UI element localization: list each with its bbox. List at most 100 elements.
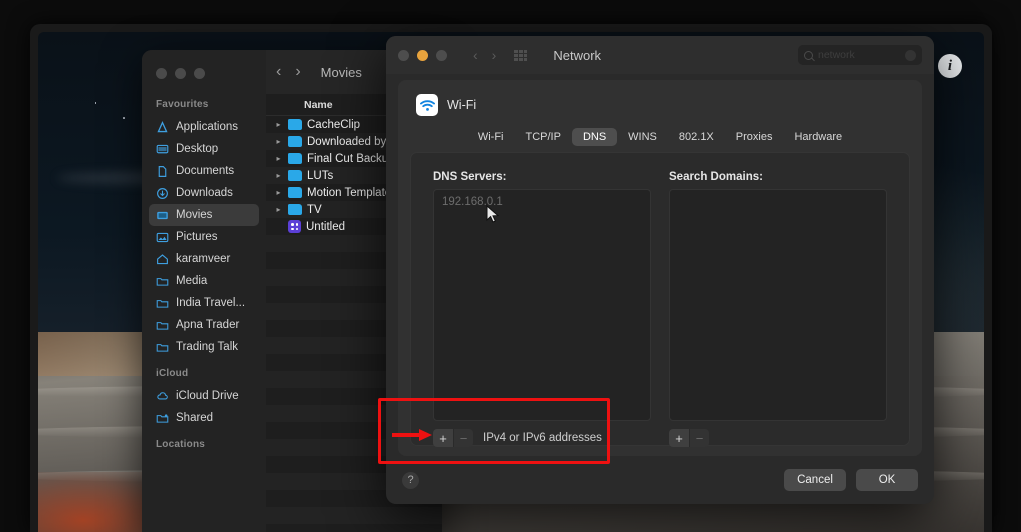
wifi-icon (416, 94, 438, 116)
sidebar-item-india-travel[interactable]: India Travel... (149, 292, 259, 314)
folder-icon (156, 299, 169, 308)
dns-add-remove-group: + − (433, 429, 473, 447)
tab-hardware[interactable]: Hardware (783, 128, 853, 146)
sidebar-section-favourites-label: Favourites (156, 99, 209, 110)
network-footer: ? Cancel OK (386, 456, 934, 504)
finder-traffic-lights[interactable] (142, 60, 266, 89)
sidebar-section-icloud-label: iCloud (156, 368, 189, 379)
sidebar-item-media[interactable]: Media (149, 270, 259, 292)
folder-icon (288, 153, 302, 164)
table-row-empty (266, 524, 442, 532)
sidebar-item-apna-trader[interactable]: Apna Trader (149, 314, 259, 336)
network-titlebar: ‹ › Network network (386, 36, 934, 74)
sidebar-item-desktop[interactable]: Desktop (149, 138, 259, 160)
maximize-window-button[interactable] (194, 68, 205, 79)
movies-icon (157, 211, 168, 219)
sidebar-item-label: Desktop (176, 143, 219, 155)
column-header-name: Name (304, 98, 333, 111)
disclosure-triangle-icon[interactable]: ▸ (274, 120, 283, 129)
file-name: Motion Template (307, 186, 392, 199)
info-badge-icon[interactable]: i (938, 54, 962, 78)
search-icon (804, 50, 813, 60)
document-icon (158, 165, 167, 177)
sidebar-item-label: India Travel... (176, 297, 246, 309)
sidebar-item-applications[interactable]: Applications (149, 116, 259, 138)
screen-root: i Favourites Applications Desktop Docume… (0, 0, 1021, 532)
dns-server-entry[interactable]: 192.168.0.1 (442, 196, 642, 208)
sidebar-item-movies[interactable]: Movies (149, 204, 259, 226)
tab-dns[interactable]: DNS (571, 128, 618, 146)
cancel-button[interactable]: Cancel (784, 469, 846, 491)
app-grid-icon (288, 220, 301, 233)
sidebar-section-locations-label: Locations (156, 439, 206, 450)
search-field[interactable]: network (798, 45, 922, 65)
sidebar-item-label: karamveer (176, 253, 231, 265)
folder-icon (288, 119, 302, 130)
tab-wins[interactable]: WINS (617, 128, 668, 146)
disclosure-triangle-icon[interactable]: ▸ (274, 171, 283, 180)
sidebar-item-karamveer[interactable]: karamveer (149, 248, 259, 270)
desktop-icon (156, 144, 169, 153)
file-name: Final Cut Backup (307, 152, 395, 165)
close-window-button[interactable] (398, 49, 409, 61)
sidebar-item-trading-talk[interactable]: Trading Talk (149, 336, 259, 358)
sidebar-item-label: Pictures (176, 231, 218, 243)
dns-tab-panel: DNS Servers: 192.168.0.1 + − IPv4 or IPv… (410, 152, 910, 447)
sidebar-item-label: Apna Trader (176, 319, 240, 331)
close-window-button[interactable] (156, 68, 167, 79)
folder-icon (156, 321, 169, 330)
table-row-empty (266, 507, 442, 524)
disclosure-triangle-icon[interactable]: ▸ (274, 154, 283, 163)
network-body: Wi-Fi Wi-Fi TCP/IP DNS WINS 802.1X Proxi… (398, 80, 922, 456)
dns-servers-column: DNS Servers: 192.168.0.1 + − IPv4 or IPv… (433, 171, 651, 447)
search-domains-list[interactable] (669, 189, 887, 421)
add-dns-server-button[interactable]: + (433, 429, 453, 447)
sidebar-item-pictures[interactable]: Pictures (149, 226, 259, 248)
network-nav-buttons: ‹ › (473, 47, 496, 63)
sidebar-item-icloud-drive[interactable]: iCloud Drive (149, 385, 259, 407)
maximize-window-button[interactable] (436, 49, 447, 61)
minimize-window-button[interactable] (417, 49, 428, 61)
finder-title: Movies (320, 64, 362, 80)
wallpaper-star (94, 102, 97, 104)
search-domains-column: Search Domains: + − (669, 171, 887, 447)
ok-button[interactable]: OK (856, 469, 918, 491)
chevron-left-icon[interactable]: ‹ (473, 47, 478, 63)
folder-icon (288, 136, 302, 147)
disclosure-triangle-icon[interactable]: ▸ (274, 188, 283, 197)
dns-hint-text: IPv4 or IPv6 addresses (483, 432, 602, 444)
disclosure-triangle-icon[interactable]: ▸ (274, 137, 283, 146)
chevron-left-icon[interactable]: ‹ (276, 63, 281, 81)
search-domain-add-remove-group: + − (669, 429, 709, 447)
sidebar-item-shared[interactable]: Shared (149, 407, 259, 429)
add-search-domain-button[interactable]: + (669, 429, 689, 447)
sidebar-item-label: Movies (176, 209, 213, 221)
search-input[interactable]: network (818, 49, 855, 61)
sidebar-item-label: Shared (176, 412, 214, 424)
tab-tcpip[interactable]: TCP/IP (514, 128, 571, 146)
network-tabbar: Wi-Fi TCP/IP DNS WINS 802.1X Proxies Har… (398, 128, 922, 146)
tab-wifi[interactable]: Wi-Fi (467, 128, 515, 146)
disclosure-triangle-icon[interactable]: ▸ (274, 205, 283, 214)
clear-search-icon[interactable] (905, 49, 916, 61)
dns-servers-label: DNS Servers: (433, 171, 507, 183)
dns-servers-controls: + − IPv4 or IPv6 addresses (433, 429, 651, 447)
folder-icon (288, 204, 302, 215)
tab-proxies[interactable]: Proxies (725, 128, 784, 146)
search-domains-label: Search Domains: (669, 171, 763, 183)
chevron-right-icon[interactable]: › (295, 63, 300, 81)
sidebar-item-documents[interactable]: Documents (149, 160, 259, 182)
folder-icon (156, 277, 169, 286)
remove-search-domain-button[interactable]: − (689, 429, 709, 447)
dns-servers-list[interactable]: 192.168.0.1 (433, 189, 651, 421)
chevron-right-icon[interactable]: › (492, 47, 497, 63)
sidebar-item-downloads[interactable]: Downloads (149, 182, 259, 204)
wallpaper-star (123, 117, 125, 119)
folder-icon (156, 343, 169, 352)
tab-8021x[interactable]: 802.1X (668, 128, 725, 146)
grid-view-icon[interactable] (514, 49, 528, 61)
minimize-window-button[interactable] (175, 68, 186, 79)
finder-sidebar: Favourites Applications Desktop Document… (142, 50, 266, 532)
remove-dns-server-button[interactable]: − (453, 429, 473, 447)
help-button[interactable]: ? (402, 471, 419, 489)
